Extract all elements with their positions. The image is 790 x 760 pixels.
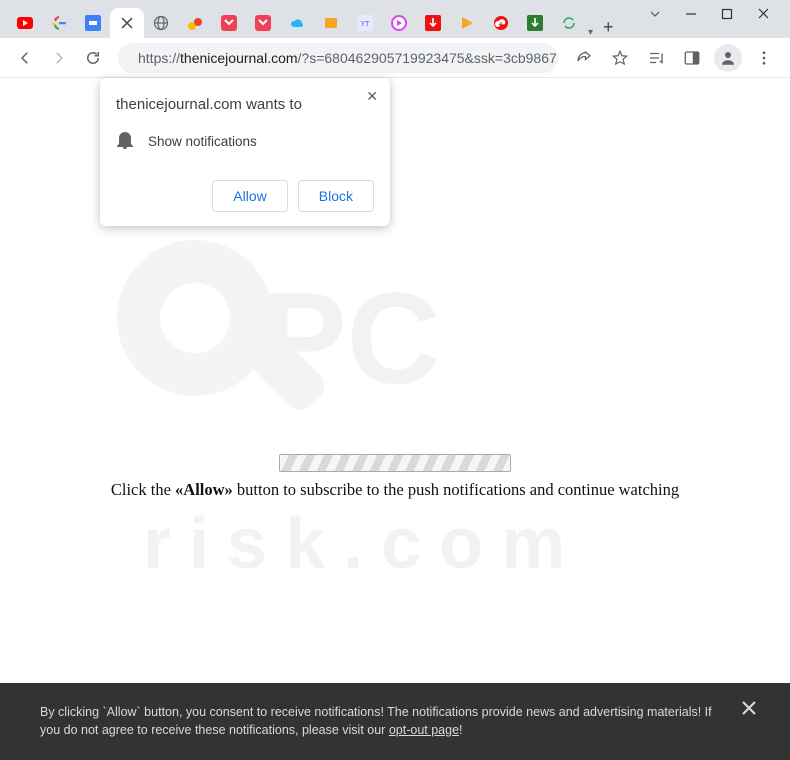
download-icon xyxy=(425,15,441,31)
play-icon xyxy=(459,15,475,31)
browser-toolbar: https://thenicejournal.com/?s=6804629057… xyxy=(0,38,790,78)
banner-text: By clicking `Allow` button, you consent … xyxy=(40,705,712,738)
reload-button[interactable] xyxy=(78,43,108,73)
tab-strip: YT ▾ + xyxy=(0,0,639,38)
side-panel-button[interactable] xyxy=(676,42,708,74)
url-scheme: https:// xyxy=(138,50,180,66)
prompt-close-button[interactable]: ✕ xyxy=(366,88,378,105)
tab-cloud-dl[interactable] xyxy=(484,8,518,38)
pocket-icon xyxy=(255,15,271,31)
maximize-button[interactable] xyxy=(721,7,733,25)
url-host: thenicejournal.com xyxy=(180,50,298,66)
block-button[interactable]: Block xyxy=(298,180,374,212)
new-tab-button[interactable]: + xyxy=(603,17,614,38)
allow-button[interactable]: Allow xyxy=(212,180,287,212)
page-content: PC risk.com ✕ thenicejournal.com wants t… xyxy=(0,78,790,760)
tab-play[interactable] xyxy=(450,8,484,38)
svg-text:YT: YT xyxy=(361,21,371,28)
notification-prompt: ✕ thenicejournal.com wants to Show notif… xyxy=(100,78,390,226)
tab-pocket-1[interactable] xyxy=(212,8,246,38)
tab-generic-4[interactable]: YT xyxy=(348,8,382,38)
bell-icon xyxy=(116,129,134,154)
close-icon[interactable] xyxy=(119,15,135,31)
profile-button[interactable] xyxy=(712,42,744,74)
tab-globe[interactable] xyxy=(144,8,178,38)
address-bar[interactable]: https://thenicejournal.com/?s=6804629057… xyxy=(118,43,558,73)
banner-close-button[interactable] xyxy=(742,701,756,721)
page-center: Click the «Allow» button to subscribe to… xyxy=(0,454,790,500)
permission-label: Show notifications xyxy=(148,134,257,149)
tab-cloud[interactable] xyxy=(280,8,314,38)
pocket-icon xyxy=(221,15,237,31)
tab-pocket-2[interactable] xyxy=(246,8,280,38)
generic-icon: YT xyxy=(357,15,373,31)
svg-text:PC: PC xyxy=(260,265,441,411)
watermark: PC risk.com xyxy=(75,238,715,658)
opt-out-link[interactable]: opt-out page xyxy=(389,723,459,737)
reading-list-button[interactable] xyxy=(640,42,672,74)
generic-icon xyxy=(323,15,339,31)
tab-youtube[interactable] xyxy=(8,8,42,38)
svg-text:risk.com: risk.com xyxy=(143,504,583,584)
tab-active[interactable] xyxy=(110,8,144,38)
tab-sync[interactable] xyxy=(552,8,586,38)
youtube-icon xyxy=(17,15,33,31)
sync-icon xyxy=(561,15,577,31)
tab-generic-3[interactable] xyxy=(314,8,348,38)
forward-button[interactable] xyxy=(44,43,74,73)
consent-banner: By clicking `Allow` button, you consent … xyxy=(0,683,790,760)
download-icon xyxy=(527,15,543,31)
share-button[interactable] xyxy=(568,42,600,74)
tab-download-2[interactable] xyxy=(518,8,552,38)
back-button[interactable] xyxy=(10,43,40,73)
generic-icon xyxy=(85,15,101,31)
chevron-down-icon[interactable] xyxy=(649,7,661,25)
tab-generic-1[interactable] xyxy=(76,8,110,38)
prompt-title: thenicejournal.com wants to xyxy=(116,96,374,113)
menu-button[interactable] xyxy=(748,42,780,74)
browser-titlebar: YT ▾ + xyxy=(0,0,790,38)
play-icon xyxy=(391,15,407,31)
cloud-download-icon xyxy=(493,15,509,31)
minimize-button[interactable] xyxy=(685,7,697,25)
bookmark-button[interactable] xyxy=(604,42,636,74)
fake-progress-bar xyxy=(279,454,511,472)
tab-generic-2[interactable] xyxy=(178,8,212,38)
avatar-icon xyxy=(714,44,742,72)
google-icon xyxy=(51,15,67,31)
tab-generic-5[interactable] xyxy=(382,8,416,38)
instruction-text: Click the «Allow» button to subscribe to… xyxy=(0,480,790,500)
globe-icon xyxy=(153,15,169,31)
generic-icon xyxy=(187,15,203,31)
tab-google[interactable] xyxy=(42,8,76,38)
close-window-button[interactable] xyxy=(757,7,770,25)
tab-overflow-chevron-icon[interactable]: ▾ xyxy=(588,27,593,38)
tab-download-1[interactable] xyxy=(416,8,450,38)
window-controls xyxy=(639,0,790,32)
url-path: /?s=680462905719923475&ssk=3cb98672a0860… xyxy=(298,50,558,66)
cloud-icon xyxy=(289,15,305,31)
